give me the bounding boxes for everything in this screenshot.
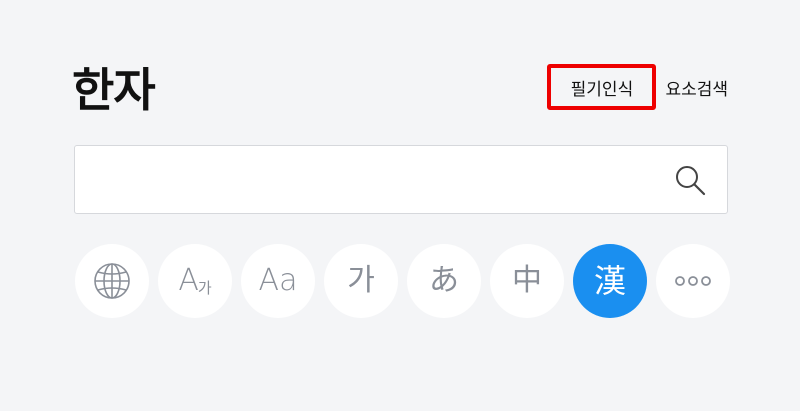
- handwriting-highlight-box: 필기인식: [547, 64, 657, 110]
- lang-button-chinese[interactable]: 中: [490, 244, 564, 318]
- top-links: 필기인식 요소검색: [547, 64, 728, 110]
- lang-button-english-korean[interactable]: A가: [158, 244, 232, 318]
- lang-button-label: 中: [512, 263, 542, 298]
- lang-button-label: Aa: [258, 263, 298, 298]
- search-icon[interactable]: [673, 163, 707, 197]
- search-input[interactable]: [75, 146, 691, 213]
- lang-button-label: 漢: [593, 262, 626, 300]
- lang-button-label-sub: 가: [197, 278, 212, 297]
- lang-button-korean[interactable]: 가: [324, 244, 398, 318]
- page-title: 한자: [72, 63, 156, 117]
- lang-button-japanese[interactable]: あ: [407, 244, 481, 318]
- radical-search-link[interactable]: 요소검색: [665, 75, 728, 100]
- more-icon: [675, 276, 711, 286]
- lang-button-more[interactable]: [656, 244, 730, 318]
- lang-button-hanja[interactable]: 漢: [573, 244, 647, 318]
- language-selector: A가 Aa 가 あ 中 漢: [75, 244, 730, 318]
- lang-button-global[interactable]: [75, 244, 149, 318]
- search-box: [74, 145, 728, 214]
- globe-icon: [94, 263, 130, 299]
- lang-button-label: あ: [429, 263, 459, 298]
- handwriting-link[interactable]: 필기인식: [571, 75, 634, 100]
- lang-button-english[interactable]: Aa: [241, 244, 315, 318]
- lang-button-label: 가: [347, 263, 375, 298]
- lang-button-label-main: A: [178, 263, 199, 298]
